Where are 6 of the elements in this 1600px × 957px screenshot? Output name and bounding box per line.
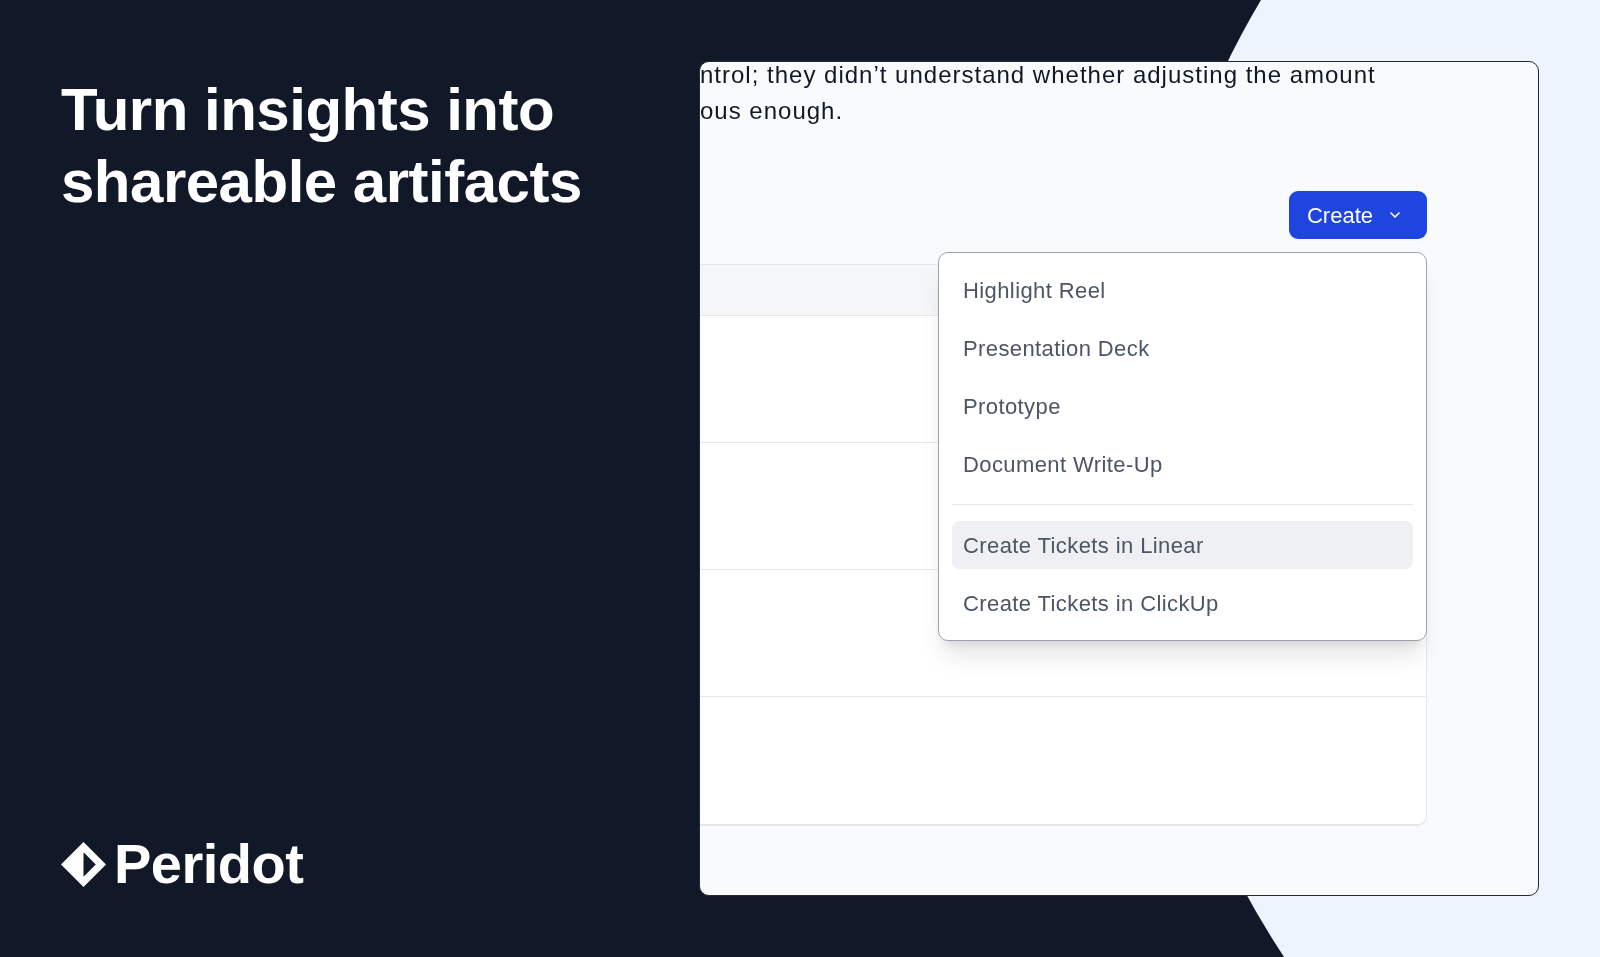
paragraph-text: ntrol; they didn’t understand whether adjusting the amount ous enough. (700, 62, 1377, 126)
diamond-logo-icon (61, 841, 106, 887)
brand-name: Peridot (114, 836, 304, 892)
create-button[interactable]: Create (1288, 191, 1427, 239)
headline: Turn insights into shareable artifacts (61, 75, 583, 217)
menu-item[interactable]: Create Tickets in Linear (952, 521, 1413, 569)
